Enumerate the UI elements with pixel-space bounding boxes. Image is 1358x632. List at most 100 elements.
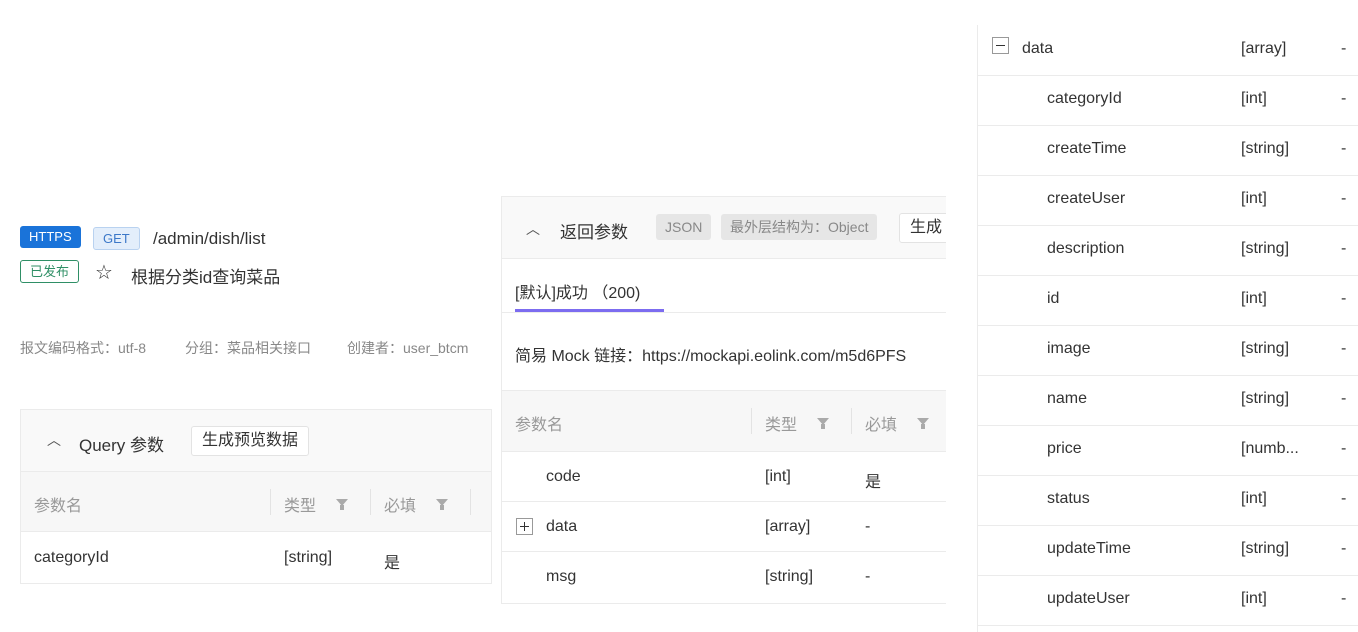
- protocol-badge: HTTPS: [20, 226, 81, 248]
- param-name: code: [546, 468, 581, 485]
- col-required: 必填: [384, 498, 417, 515]
- chevron-up-icon[interactable]: ︿: [526, 219, 540, 239]
- group-info: 分组：菜品相关接口: [185, 340, 311, 356]
- field-name: createTime: [1047, 140, 1127, 157]
- star-icon[interactable]: ☆: [95, 260, 113, 285]
- method-badge: GET: [93, 227, 140, 250]
- generate-button[interactable]: 生成: [899, 213, 946, 243]
- mock-link[interactable]: 简易 Mock 链接：https://mockapi.eolink.com/m5…: [515, 342, 906, 366]
- table-row: updateUser [int] -: [978, 575, 1358, 626]
- field-type: [string]: [1241, 390, 1290, 407]
- filter-icon[interactable]: [436, 499, 448, 510]
- field-type: [int]: [1241, 490, 1267, 507]
- generate-preview-button[interactable]: 生成预览数据: [191, 426, 310, 456]
- param-name: categoryId: [34, 549, 109, 566]
- field-type: [string]: [1241, 540, 1290, 557]
- table-row: code [int] 是: [502, 451, 946, 501]
- field-name: image: [1047, 340, 1091, 357]
- field-required: -: [1341, 440, 1347, 457]
- col-param-name: 参数名: [515, 417, 564, 434]
- field-required: -: [1341, 90, 1347, 107]
- query-panel-header: ︿ Query 参数 生成预览数据: [21, 410, 491, 472]
- field-type: [int]: [1241, 90, 1267, 107]
- field-required: -: [1341, 40, 1347, 57]
- table-row: description [string] -: [978, 225, 1358, 276]
- field-name: data: [1022, 40, 1054, 57]
- field-name: price: [1047, 440, 1082, 457]
- filter-icon[interactable]: [336, 499, 348, 510]
- response-table-header: 参数名 类型 必填: [502, 390, 946, 452]
- format-pill: JSON: [656, 214, 712, 240]
- api-name: 根据分类id查询菜品: [131, 268, 281, 287]
- field-name: name: [1047, 390, 1088, 407]
- chevron-up-icon[interactable]: ︿: [47, 430, 61, 450]
- col-required: 必填: [865, 417, 898, 434]
- table-row: data [array] -: [978, 25, 1358, 76]
- field-name: updateUser: [1047, 590, 1130, 607]
- filter-icon[interactable]: [817, 418, 829, 429]
- response-panel-header: ︿ 返回参数 JSON 最外层结构为：Object 生成: [502, 197, 946, 259]
- encoding-info: 报文编码格式：utf-8: [20, 340, 147, 356]
- field-required: -: [1341, 190, 1347, 207]
- table-row: createUser [int] -: [978, 175, 1358, 226]
- col-param-name: 参数名: [34, 498, 83, 515]
- param-name: msg: [546, 568, 577, 585]
- col-type: 类型: [284, 498, 317, 515]
- table-row: updateTime [string] -: [978, 525, 1358, 576]
- field-type: [string]: [1241, 240, 1290, 257]
- filter-icon[interactable]: [917, 418, 929, 429]
- param-type: [string]: [765, 568, 814, 585]
- field-required: -: [1341, 290, 1347, 307]
- field-type: [int]: [1241, 590, 1267, 607]
- param-required: 是: [865, 474, 882, 491]
- query-panel-title: Query 参数: [79, 436, 165, 455]
- query-params-panel: ︿ Query 参数 生成预览数据 参数名 类型 必填 categoryId […: [20, 409, 492, 584]
- field-required: -: [1341, 340, 1347, 357]
- response-panel-title: 返回参数: [560, 223, 628, 242]
- param-required: -: [865, 518, 871, 535]
- field-type: [string]: [1241, 340, 1290, 357]
- table-row: image [string] -: [978, 325, 1358, 376]
- table-row: categoryId [string] 是: [21, 532, 491, 583]
- api-path: /admin/dish/list: [153, 229, 266, 248]
- query-table-header: 参数名 类型 必填: [21, 472, 491, 532]
- table-row: id [int] -: [978, 275, 1358, 326]
- table-row: categoryId [int] -: [978, 75, 1358, 126]
- expand-plus-icon[interactable]: [516, 518, 533, 535]
- field-required: -: [1341, 540, 1347, 557]
- field-required: -: [1341, 390, 1347, 407]
- tab-success-200[interactable]: [默认]成功 （200): [515, 279, 640, 303]
- response-params-panel: ︿ 返回参数 JSON 最外层结构为：Object 生成 [默认]成功 （200…: [501, 196, 946, 604]
- field-name: status: [1047, 490, 1090, 507]
- table-row: data [array] -: [502, 502, 946, 551]
- table-row: status [int] -: [978, 475, 1358, 526]
- param-name: data: [546, 518, 578, 535]
- field-required: -: [1341, 240, 1347, 257]
- field-type: [numb...: [1241, 440, 1299, 457]
- collapse-minus-icon[interactable]: [992, 37, 1009, 54]
- param-type: [array]: [765, 518, 811, 535]
- outer-structure-pill: 最外层结构为：Object: [721, 214, 878, 240]
- field-name: createUser: [1047, 190, 1126, 207]
- param-required: -: [865, 568, 871, 585]
- field-name: categoryId: [1047, 90, 1122, 107]
- field-type: [int]: [1241, 190, 1267, 207]
- field-name: description: [1047, 240, 1125, 257]
- table-row: createTime [string] -: [978, 125, 1358, 176]
- table-row: price [numb... -: [978, 425, 1358, 476]
- table-row: msg [string] -: [502, 552, 946, 602]
- field-name: updateTime: [1047, 540, 1131, 557]
- data-detail-panel: data [array] - categoryId [int] - create…: [977, 25, 1358, 632]
- param-required: 是: [384, 555, 401, 572]
- status-badge: 已发布: [20, 260, 80, 283]
- param-type: [int]: [765, 468, 791, 485]
- param-type: [string]: [284, 549, 333, 566]
- col-type: 类型: [765, 417, 798, 434]
- field-required: -: [1341, 590, 1347, 607]
- field-name: id: [1047, 290, 1060, 307]
- field-type: [string]: [1241, 140, 1290, 157]
- field-type: [array]: [1241, 40, 1287, 57]
- field-required: -: [1341, 490, 1347, 507]
- creator-info: 创建者：user_btcm: [347, 340, 469, 356]
- field-required: -: [1341, 140, 1347, 157]
